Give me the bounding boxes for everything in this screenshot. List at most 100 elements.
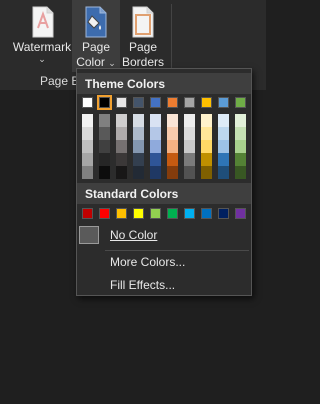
page-borders-button[interactable]: Page Borders bbox=[120, 0, 166, 72]
theme-shade-swatch[interactable] bbox=[116, 153, 127, 166]
theme-shade-swatch[interactable] bbox=[201, 153, 212, 166]
standard-color-swatch[interactable] bbox=[116, 208, 127, 219]
theme-shade-swatch[interactable] bbox=[184, 114, 195, 127]
page-background-group-label: Page B bbox=[40, 74, 80, 88]
theme-color-swatch[interactable] bbox=[235, 97, 246, 108]
watermark-label: Watermark bbox=[12, 40, 72, 54]
standard-color-swatch[interactable] bbox=[99, 208, 110, 219]
theme-shade-swatch[interactable] bbox=[150, 140, 161, 153]
standard-color-swatch[interactable] bbox=[167, 208, 178, 219]
theme-shade-swatch[interactable] bbox=[235, 166, 246, 179]
theme-shade-swatch[interactable] bbox=[218, 127, 229, 140]
watermark-button[interactable]: Watermark ⌄ bbox=[8, 0, 76, 72]
standard-color-swatch[interactable] bbox=[82, 208, 93, 219]
paint-bucket-icon bbox=[81, 4, 111, 40]
standard-color-swatch[interactable] bbox=[218, 208, 229, 219]
more-colors-item[interactable]: More Colors... bbox=[77, 251, 251, 273]
theme-color-swatch[interactable] bbox=[201, 97, 212, 108]
no-color-swatch bbox=[79, 226, 99, 244]
standard-color-swatch[interactable] bbox=[235, 208, 246, 219]
theme-shade-swatch[interactable] bbox=[133, 114, 144, 127]
theme-shade-swatch[interactable] bbox=[82, 153, 93, 166]
watermark-icon bbox=[27, 4, 57, 40]
theme-shade-swatch[interactable] bbox=[150, 127, 161, 140]
theme-shade-swatch[interactable] bbox=[150, 166, 161, 179]
theme-shade-column bbox=[235, 114, 246, 179]
standard-color-swatch[interactable] bbox=[133, 208, 144, 219]
standard-color-swatch[interactable] bbox=[150, 208, 161, 219]
theme-shade-swatch[interactable] bbox=[150, 153, 161, 166]
theme-shade-column bbox=[99, 114, 110, 179]
more-colors-label: More Colors... bbox=[110, 255, 186, 269]
theme-shade-swatch[interactable] bbox=[99, 166, 110, 179]
no-color-item[interactable]: No Color bbox=[77, 224, 251, 246]
theme-shade-swatch[interactable] bbox=[184, 140, 195, 153]
theme-shade-swatch[interactable] bbox=[218, 153, 229, 166]
theme-shade-swatch[interactable] bbox=[201, 166, 212, 179]
theme-shade-swatch[interactable] bbox=[201, 140, 212, 153]
theme-shade-swatch[interactable] bbox=[167, 114, 178, 127]
theme-shade-swatch[interactable] bbox=[133, 166, 144, 179]
page-borders-label-line1: Page bbox=[128, 40, 158, 54]
theme-shade-column bbox=[116, 114, 127, 179]
theme-shade-swatch[interactable] bbox=[184, 153, 195, 166]
theme-shade-swatch[interactable] bbox=[235, 127, 246, 140]
theme-shade-swatch[interactable] bbox=[235, 140, 246, 153]
theme-shade-swatch[interactable] bbox=[99, 153, 110, 166]
theme-shade-swatch[interactable] bbox=[184, 166, 195, 179]
theme-shade-swatch[interactable] bbox=[82, 114, 93, 127]
theme-color-swatch[interactable] bbox=[82, 97, 93, 108]
theme-shade-swatch[interactable] bbox=[201, 114, 212, 127]
theme-shade-swatch[interactable] bbox=[150, 114, 161, 127]
theme-shade-column bbox=[218, 114, 229, 179]
theme-shade-swatch[interactable] bbox=[167, 166, 178, 179]
theme-shade-swatch[interactable] bbox=[82, 140, 93, 153]
theme-shade-column bbox=[82, 114, 93, 179]
theme-shade-swatch[interactable] bbox=[235, 153, 246, 166]
no-color-label: No Color bbox=[110, 228, 158, 242]
theme-shade-swatch[interactable] bbox=[235, 114, 246, 127]
theme-shade-swatch[interactable] bbox=[184, 127, 195, 140]
theme-shade-column bbox=[167, 114, 178, 179]
chevron-down-icon: ⌄ bbox=[108, 58, 116, 68]
theme-shade-swatch[interactable] bbox=[82, 127, 93, 140]
theme-shade-swatch[interactable] bbox=[99, 114, 110, 127]
theme-shade-swatch[interactable] bbox=[133, 140, 144, 153]
page-color-dropdown: Theme Colors Standard Colors No Color Mo… bbox=[76, 68, 252, 296]
theme-shade-swatch[interactable] bbox=[116, 127, 127, 140]
theme-shade-swatch[interactable] bbox=[99, 140, 110, 153]
theme-shade-swatch[interactable] bbox=[116, 166, 127, 179]
theme-shade-swatch[interactable] bbox=[99, 127, 110, 140]
theme-shade-swatch[interactable] bbox=[82, 166, 93, 179]
standard-colors-header: Standard Colors bbox=[77, 183, 251, 204]
theme-color-swatch[interactable] bbox=[218, 97, 229, 108]
theme-color-swatch[interactable] bbox=[97, 95, 112, 110]
chevron-down-icon: ⌄ bbox=[38, 54, 46, 64]
theme-shade-column bbox=[201, 114, 212, 179]
theme-color-swatch[interactable] bbox=[167, 97, 178, 108]
theme-color-swatch[interactable] bbox=[184, 97, 195, 108]
standard-color-swatch[interactable] bbox=[184, 208, 195, 219]
theme-color-swatch[interactable] bbox=[116, 97, 127, 108]
theme-shade-swatch[interactable] bbox=[201, 127, 212, 140]
theme-shade-swatch[interactable] bbox=[218, 114, 229, 127]
page-color-button[interactable]: Page Color ⌄ bbox=[72, 0, 120, 72]
standard-color-swatch[interactable] bbox=[201, 208, 212, 219]
theme-shade-column bbox=[133, 114, 144, 179]
theme-shade-swatch[interactable] bbox=[218, 140, 229, 153]
theme-shade-swatch[interactable] bbox=[133, 153, 144, 166]
theme-color-swatch[interactable] bbox=[133, 97, 144, 108]
theme-shade-swatch[interactable] bbox=[167, 140, 178, 153]
fill-effects-label: Fill Effects... bbox=[110, 278, 176, 292]
theme-shade-swatch[interactable] bbox=[167, 153, 178, 166]
page-borders-icon bbox=[128, 4, 158, 40]
theme-shade-swatch[interactable] bbox=[218, 166, 229, 179]
theme-shade-swatch[interactable] bbox=[116, 114, 127, 127]
theme-color-swatch[interactable] bbox=[150, 97, 161, 108]
theme-shade-swatch[interactable] bbox=[116, 140, 127, 153]
page-color-label-line1: Page bbox=[81, 40, 111, 54]
theme-shade-column bbox=[150, 114, 161, 179]
fill-effects-item[interactable]: Fill Effects... bbox=[77, 274, 251, 296]
theme-shade-swatch[interactable] bbox=[167, 127, 178, 140]
theme-shade-swatch[interactable] bbox=[133, 127, 144, 140]
